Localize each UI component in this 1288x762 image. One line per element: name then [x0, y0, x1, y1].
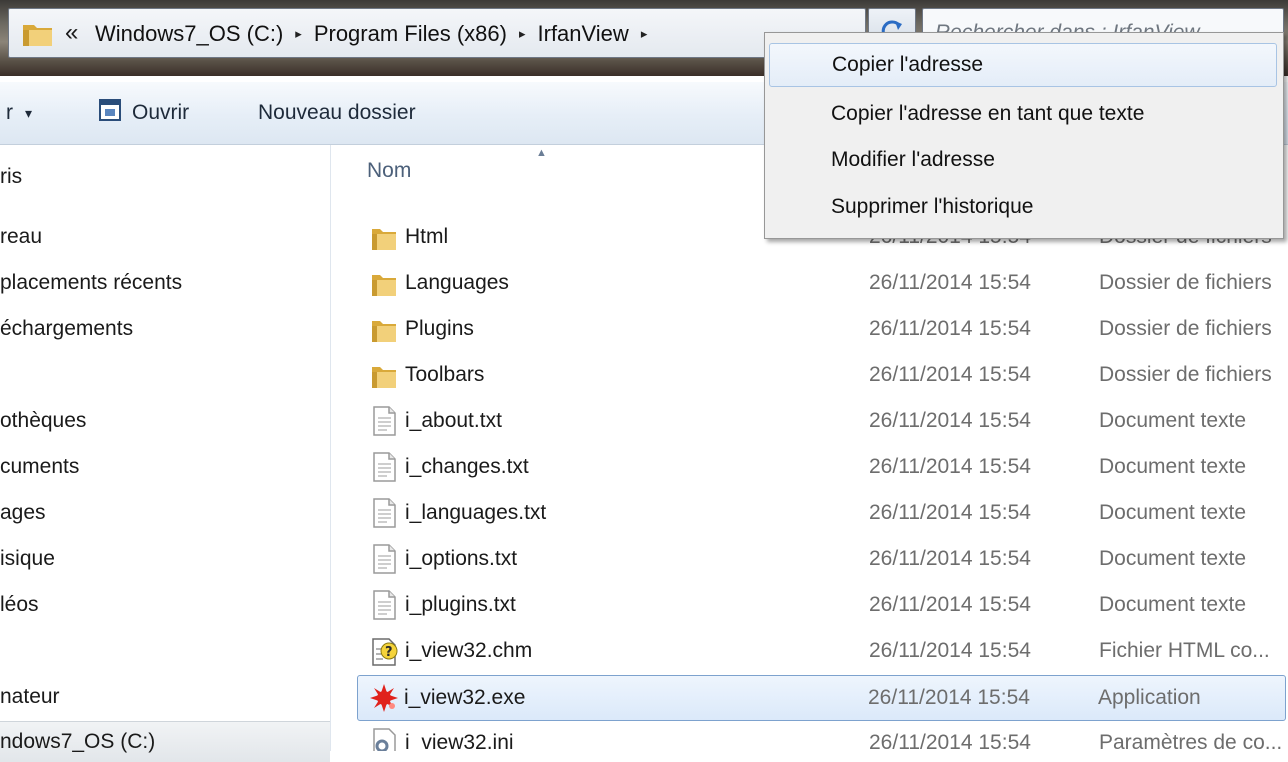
nav-item-bibliotheques[interactable]: othèques: [0, 401, 330, 441]
table-row[interactable]: i_languages.txt 26/11/2014 15:54 Document …: [359, 491, 1288, 535]
nav-item-ordinateur[interactable]: nateur: [0, 677, 330, 717]
svg-text:?: ?: [385, 645, 393, 660]
menu-item-copy-address[interactable]: Copier l'adresse: [769, 43, 1277, 87]
file-modified-date: 26/11/2014 15:54: [869, 317, 1031, 340]
file-type: Application: [1098, 686, 1201, 709]
new-folder-button[interactable]: Nouveau dossier: [258, 96, 416, 130]
table-row[interactable]: ? i_view32.chm 26/11/2014 15:54 Fichier HTM…: [359, 629, 1288, 673]
nav-item-emplacements-recents[interactable]: placements récents: [0, 263, 330, 303]
nav-item-musique[interactable]: isique: [0, 539, 330, 579]
text-file-icon: [369, 589, 399, 621]
file-name: i_view32.ini: [405, 731, 514, 751]
nav-item-videos[interactable]: léos: [0, 585, 330, 625]
file-name: Toolbars: [405, 363, 485, 386]
open-button[interactable]: Ouvrir: [98, 96, 189, 130]
table-row[interactable]: i_about.txt 26/11/2014 15:54 Document text…: [359, 399, 1288, 443]
breadcrumb-separator-icon[interactable]: ▸: [295, 26, 302, 42]
address-context-menu: Copier l'adresse Copier l'adresse en tan…: [764, 32, 1284, 239]
file-type: Dossier de fichiers: [1099, 363, 1272, 386]
nav-item-bureau[interactable]: reau: [0, 217, 330, 257]
file-type: Dossier de fichiers: [1099, 271, 1272, 294]
breadcrumb-item-drive[interactable]: Windows7_OS (C:): [95, 21, 283, 47]
file-modified-date: 26/11/2014 15:54: [869, 271, 1031, 294]
file-name: Plugins: [405, 317, 474, 340]
chevron-down-icon: ▾: [25, 104, 33, 121]
irfanview-app-icon: [368, 682, 398, 714]
nav-item-windows7-os[interactable]: ndows7_OS (C:): [0, 721, 330, 762]
table-row[interactable]: Toolbars 26/11/2014 15:54 Dossier de fichi…: [359, 353, 1288, 397]
open-window-icon: [98, 98, 122, 128]
menu-item-edit-address[interactable]: Modifier l'adresse: [769, 138, 1277, 182]
organize-label: r: [6, 101, 13, 124]
file-type: Document texte: [1099, 547, 1247, 570]
file-type: Dossier de fichiers: [1099, 317, 1272, 340]
table-row[interactable]: Languages 26/11/2014 15:54 Dossier de fich…: [359, 261, 1288, 305]
table-row[interactable]: i_view32.ini 26/11/2014 15:54 Paramètres d…: [359, 721, 1288, 751]
navigation-pane: ris reau placements récents échargements…: [0, 145, 331, 762]
file-modified-date: 26/11/2014 15:54: [869, 593, 1031, 616]
open-label: Ouvrir: [132, 101, 190, 124]
nav-item-telechargements[interactable]: échargements: [0, 309, 330, 349]
table-row[interactable]: i_plugins.txt 26/11/2014 15:54 Document te…: [359, 583, 1288, 627]
table-row[interactable]: i_changes.txt 26/11/2014 15:54 Document te…: [359, 445, 1288, 489]
file-type: Fichier HTML co...: [1099, 639, 1270, 662]
nav-item-images[interactable]: ages: [0, 493, 330, 533]
file-modified-date: 26/11/2014 15:54: [869, 363, 1031, 386]
file-name: i_options.txt: [405, 547, 518, 570]
text-file-icon: [369, 543, 399, 575]
file-type: Document texte: [1099, 501, 1247, 524]
settings-file-icon: [369, 727, 399, 751]
address-bar[interactable]: « Windows7_OS (C:) ▸ Program Files (x86)…: [8, 8, 866, 58]
file-name: Languages: [405, 271, 509, 294]
file-name: i_plugins.txt: [405, 593, 516, 616]
file-name: Html: [405, 225, 449, 248]
overflow-chevron-icon[interactable]: «: [65, 19, 78, 47]
table-row[interactable]: i_options.txt 26/11/2014 15:54 Document te…: [359, 537, 1288, 581]
breadcrumb-separator-icon[interactable]: ▸: [519, 26, 526, 42]
file-modified-date: 26/11/2014 15:54: [869, 731, 1031, 751]
table-row[interactable]: Plugins 26/11/2014 15:54 Dossier de fichie…: [359, 307, 1288, 351]
breadcrumb-item-program-files[interactable]: Program Files (x86): [314, 21, 507, 47]
file-modified-date: 26/11/2014 15:54: [868, 686, 1030, 709]
file-type: Paramètres de co...: [1099, 731, 1283, 751]
file-name: i_view32.chm: [405, 639, 533, 662]
folder-icon: [369, 267, 399, 299]
file-modified-date: 26/11/2014 15:54: [869, 639, 1031, 662]
text-file-icon: [369, 405, 399, 437]
folder-icon: [369, 359, 399, 391]
file-type: Document texte: [1099, 593, 1247, 616]
sort-ascending-icon: ▲: [536, 147, 547, 159]
folder-icon: [369, 313, 399, 345]
file-modified-date: 26/11/2014 15:54: [869, 409, 1031, 432]
folder-icon: [21, 20, 55, 53]
file-modified-date: 26/11/2014 15:54: [869, 547, 1031, 570]
organize-button[interactable]: r ▾: [6, 96, 32, 130]
file-type: Document texte: [1099, 409, 1247, 432]
file-name: i_about.txt: [405, 409, 502, 432]
column-header-name[interactable]: Nom: [367, 159, 411, 183]
menu-item-delete-history[interactable]: Supprimer l'historique: [769, 185, 1277, 229]
breadcrumb-item-irfanview[interactable]: IrfanView: [538, 21, 629, 47]
breadcrumb: Windows7_OS (C:) ▸ Program Files (x86) ▸…: [95, 20, 659, 48]
text-file-icon: [369, 497, 399, 529]
file-name: i_languages.txt: [405, 501, 547, 524]
file-name: i_changes.txt: [405, 455, 529, 478]
file-modified-date: 26/11/2014 15:54: [869, 501, 1031, 524]
file-type: Document texte: [1099, 455, 1247, 478]
nav-item-documents[interactable]: cuments: [0, 447, 330, 487]
text-file-icon: [369, 451, 399, 483]
help-file-icon: ?: [369, 635, 399, 667]
file-name: i_view32.exe: [404, 686, 526, 709]
new-folder-label: Nouveau dossier: [258, 101, 416, 124]
nav-item-favoris[interactable]: ris: [0, 157, 330, 197]
file-modified-date: 26/11/2014 15:54: [869, 455, 1031, 478]
menu-item-copy-address-as-text[interactable]: Copier l'adresse en tant que texte: [769, 92, 1277, 136]
table-row[interactable]: i_view32.exe 26/11/2014 15:54 Application: [357, 675, 1286, 721]
breadcrumb-separator-icon[interactable]: ▸: [641, 26, 648, 42]
folder-icon: [369, 221, 399, 253]
